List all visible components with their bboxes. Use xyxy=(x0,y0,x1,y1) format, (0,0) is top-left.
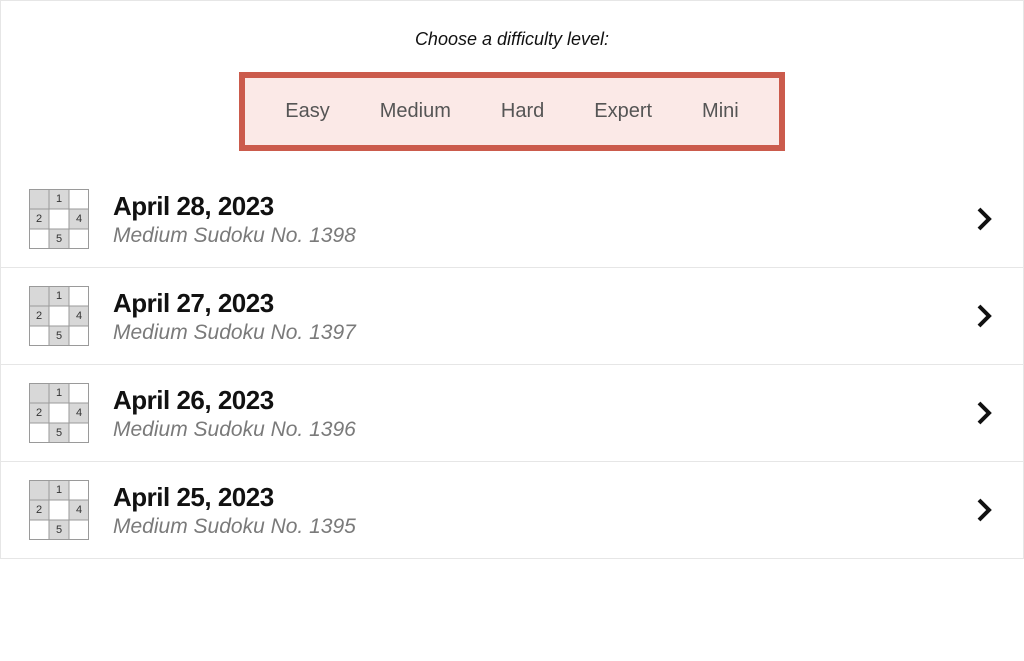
puzzle-subtitle: Medium Sudoku No. 1396 xyxy=(113,418,975,442)
svg-text:4: 4 xyxy=(76,407,82,419)
puzzle-date: April 28, 2023 xyxy=(113,191,975,222)
sudoku-grid-icon: 1 2 4 5 xyxy=(29,189,89,249)
puzzle-row-text: April 27, 2023Medium Sudoku No. 1397 xyxy=(113,288,975,345)
difficulty-easy[interactable]: Easy xyxy=(285,100,329,123)
puzzle-row[interactable]: 1 2 4 5 April 27, 2023Medium Sudoku No. 1397 xyxy=(1,267,1023,364)
svg-text:2: 2 xyxy=(36,407,42,419)
puzzle-row-text: April 25, 2023Medium Sudoku No. 1395 xyxy=(113,482,975,539)
puzzle-subtitle: Medium Sudoku No. 1397 xyxy=(113,321,975,345)
sudoku-grid-icon: 1 2 4 5 xyxy=(29,286,89,346)
puzzle-subtitle: Medium Sudoku No. 1395 xyxy=(113,515,975,539)
puzzle-row[interactable]: 1 2 4 5 April 25, 2023Medium Sudoku No. 1395 xyxy=(1,461,1023,558)
puzzle-row[interactable]: 1 2 4 5 April 28, 2023Medium Sudoku No. 1398 xyxy=(1,171,1023,267)
sudoku-grid-icon: 1 2 4 5 xyxy=(29,383,89,443)
svg-text:2: 2 xyxy=(36,310,42,322)
svg-text:2: 2 xyxy=(36,213,42,225)
puzzle-row[interactable]: 1 2 4 5 April 26, 2023Medium Sudoku No. 1396 xyxy=(1,364,1023,461)
puzzle-subtitle: Medium Sudoku No. 1398 xyxy=(113,224,975,248)
difficulty-hard[interactable]: Hard xyxy=(501,100,544,123)
svg-text:5: 5 xyxy=(56,427,62,439)
puzzle-date: April 25, 2023 xyxy=(113,482,975,513)
difficulty-bar-wrap: Easy Medium Hard Expert Mini xyxy=(1,72,1023,151)
chevron-right-icon xyxy=(975,205,995,233)
difficulty-medium[interactable]: Medium xyxy=(380,100,451,123)
svg-text:4: 4 xyxy=(76,504,82,516)
puzzle-date: April 26, 2023 xyxy=(113,385,975,416)
svg-text:4: 4 xyxy=(76,213,82,225)
page-container: Choose a difficulty level: Easy Medium H… xyxy=(0,0,1024,559)
difficulty-tabs: Easy Medium Hard Expert Mini xyxy=(239,72,784,151)
puzzle-row-text: April 26, 2023Medium Sudoku No. 1396 xyxy=(113,385,975,442)
difficulty-expert[interactable]: Expert xyxy=(594,100,652,123)
svg-text:4: 4 xyxy=(76,310,82,322)
svg-text:2: 2 xyxy=(36,504,42,516)
choose-difficulty-prompt: Choose a difficulty level: xyxy=(1,1,1023,72)
svg-text:1: 1 xyxy=(56,290,62,302)
puzzle-row-text: April 28, 2023Medium Sudoku No. 1398 xyxy=(113,191,975,248)
svg-text:1: 1 xyxy=(56,484,62,496)
svg-text:5: 5 xyxy=(56,330,62,342)
svg-text:5: 5 xyxy=(56,233,62,245)
chevron-right-icon xyxy=(975,496,995,524)
puzzle-date: April 27, 2023 xyxy=(113,288,975,319)
difficulty-mini[interactable]: Mini xyxy=(702,100,739,123)
svg-text:5: 5 xyxy=(56,524,62,536)
svg-text:1: 1 xyxy=(56,387,62,399)
sudoku-grid-icon: 1 2 4 5 xyxy=(29,480,89,540)
chevron-right-icon xyxy=(975,399,995,427)
svg-text:1: 1 xyxy=(56,193,62,205)
chevron-right-icon xyxy=(975,302,995,330)
